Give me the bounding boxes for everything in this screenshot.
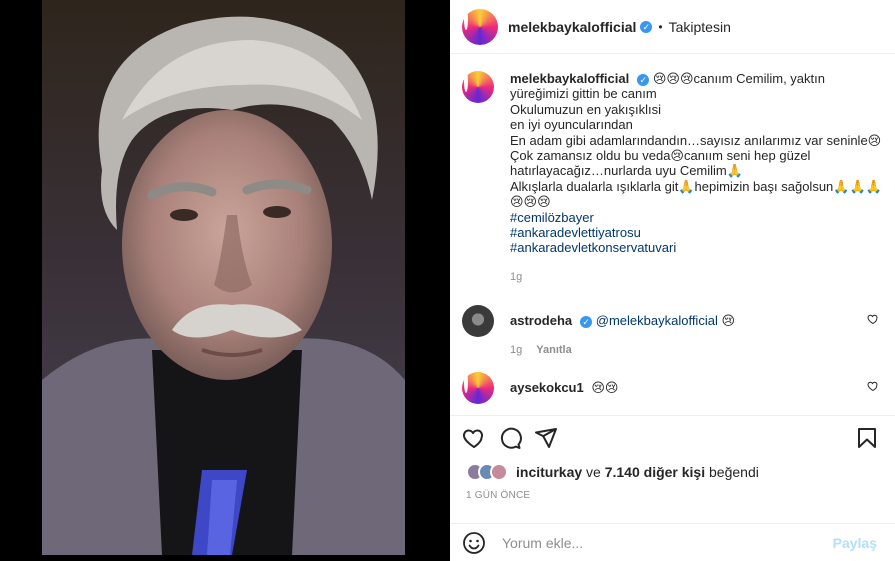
share-icon[interactable]: [534, 426, 558, 450]
header-separator: •: [658, 19, 663, 34]
caption-line: Alkışlarla dualarla ışıklarla git🙏hepimi…: [510, 178, 882, 210]
post-header: melekbaykalofficial ✓ • Takiptesin: [450, 0, 895, 54]
post-media: [0, 0, 450, 561]
comment-body: aysekokcu1 😢😢: [510, 372, 883, 404]
author-avatar[interactable]: [462, 8, 498, 45]
caption: melekbaykalofficial ✓ 😢😢😢canıım Cemilim, …: [462, 71, 883, 285]
post-timestamp[interactable]: 1 GÜN ÖNCE: [450, 484, 895, 512]
verified-badge-icon: ✓: [580, 316, 593, 329]
caption-line: Çok zamansız oldu bu veda😢canıım seni he…: [510, 148, 811, 179]
emoji-icon[interactable]: [462, 531, 486, 555]
caption-avatar[interactable]: [462, 71, 494, 103]
liker-avatars[interactable]: [466, 463, 508, 481]
comment-time[interactable]: 1g: [510, 343, 522, 358]
hashtag-link[interactable]: #ankaradevlettiyatrosu: [510, 225, 883, 240]
reply-button[interactable]: Yanıtla: [536, 343, 571, 358]
bookmark-icon[interactable]: [855, 426, 879, 450]
heart-icon[interactable]: [462, 426, 486, 450]
caption-time[interactable]: 1g: [510, 270, 522, 285]
caption-body: melekbaykalofficial ✓ 😢😢😢canıım Cemilim, …: [510, 71, 883, 285]
caption-line: Okulumuzun en yakışıklısi: [510, 101, 662, 117]
commenter-avatar[interactable]: [462, 305, 494, 338]
likes-text: inciturkay ve 7.140 diğer kişi beğendi: [516, 464, 759, 480]
follow-status[interactable]: Takiptesin: [669, 19, 731, 35]
comment-input[interactable]: [502, 534, 833, 551]
comment-text: 😢😢: [591, 380, 619, 396]
liker-username[interactable]: inciturkay: [516, 464, 582, 480]
caption-line: en iyi oyuncularından: [510, 117, 633, 133]
comment-text: 😢: [717, 313, 736, 329]
likes-suffix: beğendi: [709, 464, 759, 480]
author-username[interactable]: melekbaykalofficial: [508, 19, 636, 35]
add-comment-bar: Paylaş: [450, 523, 895, 561]
liker-avatar: [490, 463, 508, 481]
small-heart-icon[interactable]: [867, 380, 879, 392]
comments-list[interactable]: melekbaykalofficial ✓ 😢😢😢canıım Cemilim, …: [450, 55, 895, 415]
commenter-avatar[interactable]: [462, 372, 494, 405]
commenter-username[interactable]: aysekokcu1: [510, 380, 584, 395]
likes-connector: ve: [586, 464, 601, 480]
comment-item: astrodeha ✓ @melekbaykalofficial 😢 1g Yan…: [462, 305, 883, 358]
hashtag-link[interactable]: #cemilözbayer: [510, 210, 883, 225]
portrait-image: [42, 0, 405, 555]
commenter-username[interactable]: astrodeha: [510, 313, 572, 328]
small-heart-icon[interactable]: [867, 313, 879, 325]
comment-body: astrodeha ✓ @melekbaykalofficial 😢 1g Yan…: [510, 305, 883, 358]
mention-link[interactable]: @melekbaykalofficial: [596, 313, 718, 328]
caption-line: En adam gibi adamlarındandın…sayısız anı…: [510, 132, 882, 148]
likes-summary: inciturkay ve 7.140 diğer kişi beğendi: [450, 460, 895, 484]
post-photo[interactable]: [42, 0, 405, 555]
comment-meta: 1g Yanıtla: [510, 343, 883, 358]
caption-username[interactable]: melekbaykalofficial: [510, 71, 629, 86]
likes-count-link[interactable]: 7.140 diğer kişi: [605, 464, 705, 480]
post-modal: melekbaykalofficial ✓ • Takiptesin melek…: [0, 0, 895, 561]
action-bar: [450, 416, 895, 460]
post-comment-button[interactable]: Paylaş: [833, 535, 877, 551]
hashtag-link[interactable]: #ankaradevletkonservatuvari: [510, 240, 883, 255]
verified-badge-icon: ✓: [640, 20, 653, 33]
comment-item: aysekokcu1 😢😢: [462, 372, 883, 405]
comment-icon[interactable]: [498, 426, 522, 450]
post-actions-area: inciturkay ve 7.140 diğer kişi beğendi 1…: [450, 415, 895, 512]
verified-badge-icon: ✓: [637, 74, 650, 86]
caption-meta: 1g: [510, 270, 883, 285]
post-side-panel: melekbaykalofficial ✓ • Takiptesin melek…: [450, 0, 895, 561]
